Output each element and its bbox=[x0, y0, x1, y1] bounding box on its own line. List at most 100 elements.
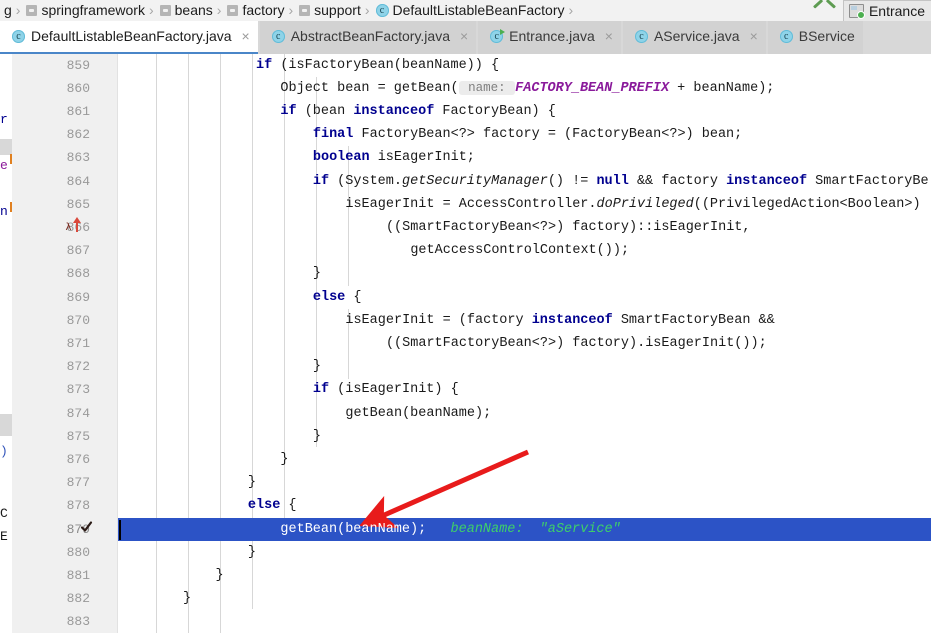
code-line[interactable]: 860 Object bean = getBean( name: FACTORY_… bbox=[12, 77, 931, 100]
code-text[interactable]: } bbox=[215, 564, 223, 587]
close-icon[interactable]: × bbox=[238, 21, 250, 52]
code-text[interactable]: } bbox=[280, 448, 288, 471]
token-plain: } bbox=[247, 544, 257, 560]
token-plain: Object bean = getBean( bbox=[280, 80, 459, 96]
line-number: 864 bbox=[66, 173, 90, 189]
token-kw: if bbox=[312, 173, 330, 189]
code-line[interactable]: 871 ((SmartFactoryBean<?>) factory).isEag… bbox=[12, 332, 931, 355]
code-line[interactable]: 882} bbox=[12, 587, 931, 610]
breadcrumb-item-defaultlistablebeanfactory[interactable]: DefaultListableBeanFactory bbox=[374, 0, 565, 21]
code-text[interactable]: boolean isEagerInit; bbox=[313, 146, 475, 169]
code-line[interactable]: 877} bbox=[12, 471, 931, 494]
navigation-breadcrumb[interactable]: g › springframework › beans › factory › … bbox=[0, 0, 931, 21]
code-text[interactable]: if (System.getSecurityManager() != null … bbox=[313, 170, 929, 193]
line-number: 861 bbox=[66, 103, 90, 119]
class-runnable-icon bbox=[490, 29, 506, 43]
line-number: 863 bbox=[66, 150, 90, 166]
caret-up-icon[interactable] bbox=[813, 0, 835, 21]
code-text[interactable]: if (bean instanceof FactoryBean) { bbox=[280, 100, 555, 123]
code-line[interactable]: 874 getBean(beanName); bbox=[12, 402, 931, 425]
close-icon[interactable]: × bbox=[601, 21, 613, 52]
breadcrumb-item-factory[interactable]: factory bbox=[225, 0, 284, 21]
token-plain: (bean bbox=[296, 103, 354, 119]
breadcrumb-item-beans[interactable]: beans bbox=[158, 0, 213, 21]
code-line[interactable]: 865 isEagerInit = AccessController.doPriv… bbox=[12, 193, 931, 216]
code-text[interactable]: ((SmartFactoryBean<?>) factory).isEagerI… bbox=[386, 332, 767, 355]
code-text[interactable]: else { bbox=[313, 286, 362, 309]
line-number: 876 bbox=[66, 451, 90, 467]
code-text[interactable]: if (isFactoryBean(beanName)) { bbox=[256, 54, 499, 77]
code-line[interactable]: 866 ((SmartFactoryBean<?>) factory)::isEa… bbox=[12, 216, 931, 239]
token-plain: isEagerInit = AccessController. bbox=[345, 196, 597, 212]
code-line[interactable]: 862 final FactoryBean<?> factory = (Facto… bbox=[12, 123, 931, 146]
breadcrumb-item-support[interactable]: support bbox=[297, 0, 361, 21]
arrow-up-icon bbox=[73, 216, 81, 232]
code-line[interactable]: 867 getAccessControlContext()); bbox=[12, 239, 931, 262]
token-inlay: beanName: "aService" bbox=[426, 521, 621, 537]
code-editor[interactable]: 859 if (isFactoryBean(beanName)) {860 Obje… bbox=[12, 54, 931, 633]
code-line[interactable]: 878 else { bbox=[12, 494, 931, 517]
breadcrumb-label: springframework bbox=[41, 2, 145, 18]
token-plain: } bbox=[182, 591, 192, 607]
code-text[interactable]: isEagerInit = (factory instanceof SmartF… bbox=[345, 309, 774, 332]
code-text[interactable]: getBean(beanName); beanName: "aService" bbox=[280, 518, 620, 541]
close-icon[interactable]: × bbox=[746, 21, 758, 52]
breadcrumb-leading-partial: g bbox=[4, 2, 12, 18]
tab-bservice[interactable]: BService bbox=[767, 21, 863, 54]
code-line[interactable]: 876} bbox=[12, 448, 931, 471]
code-line[interactable]: 868} bbox=[12, 262, 931, 285]
code-text[interactable]: Object bean = getBean( name: FACTORY_BEA… bbox=[280, 77, 774, 100]
line-number: 873 bbox=[66, 382, 90, 398]
line-number: 874 bbox=[66, 405, 90, 421]
breadcrumb-item-springframework[interactable]: springframework bbox=[24, 0, 145, 21]
code-line[interactable]: 864 if (System.getSecurityManager() != nu… bbox=[12, 170, 931, 193]
code-line[interactable]: 869 else { bbox=[12, 286, 931, 309]
line-number: 883 bbox=[66, 614, 90, 630]
code-line[interactable]: 880} bbox=[12, 541, 931, 564]
close-icon[interactable]: × bbox=[456, 21, 468, 52]
code-line[interactable]: 859 if (isFactoryBean(beanName)) { bbox=[12, 54, 931, 77]
code-text[interactable]: } bbox=[248, 541, 256, 564]
line-number: 869 bbox=[66, 289, 90, 305]
tab-abstractbeanfactory[interactable]: AbstractBeanFactory.java × bbox=[259, 21, 477, 54]
code-line[interactable]: 879 getBean(beanName); beanName: "aServic… bbox=[12, 517, 931, 541]
tab-entrance[interactable]: Entrance.java × bbox=[478, 21, 621, 54]
code-text[interactable]: } bbox=[248, 471, 256, 494]
line-number: 865 bbox=[66, 196, 90, 212]
token-plain: } bbox=[312, 266, 321, 282]
run-configuration-selector[interactable]: Entrance bbox=[842, 0, 931, 21]
token-plain: FactoryBean) { bbox=[434, 103, 556, 119]
code-text[interactable]: } bbox=[313, 262, 321, 285]
code-line[interactable]: 863 boolean isEagerInit; bbox=[12, 146, 931, 169]
code-line[interactable]: 870 isEagerInit = (factory instanceof Sma… bbox=[12, 309, 931, 332]
code-line[interactable]: 881} bbox=[12, 564, 931, 587]
line-number: 872 bbox=[66, 359, 90, 375]
code-text[interactable]: isEagerInit = AccessController.doPrivile… bbox=[345, 193, 920, 216]
code-text[interactable]: if (isEagerInit) { bbox=[313, 378, 459, 401]
class-icon bbox=[779, 30, 793, 43]
class-icon bbox=[634, 30, 648, 43]
code-line[interactable]: 873 if (isEagerInit) { bbox=[12, 378, 931, 401]
code-text[interactable]: getAccessControlContext()); bbox=[410, 239, 629, 262]
tab-defaultlistablebeanfactory[interactable]: DefaultListableBeanFactory.java × bbox=[0, 21, 258, 54]
editor-tab-bar[interactable]: DefaultListableBeanFactory.java × Abstra… bbox=[0, 21, 931, 54]
code-text[interactable]: ((SmartFactoryBean<?>) factory)::isEager… bbox=[386, 216, 751, 239]
code-line[interactable]: 872} bbox=[12, 355, 931, 378]
line-number: 881 bbox=[66, 567, 90, 583]
token-plain: } bbox=[312, 428, 321, 444]
breadcrumb-label: DefaultListableBeanFactory bbox=[392, 2, 565, 18]
token-plain: } bbox=[247, 475, 257, 491]
code-text[interactable]: final FactoryBean<?> factory = (FactoryB… bbox=[313, 123, 742, 146]
code-text[interactable]: } bbox=[313, 355, 321, 378]
token-plain: } bbox=[215, 567, 224, 583]
token-plain: (System. bbox=[329, 173, 402, 189]
code-text[interactable]: } bbox=[313, 425, 321, 448]
code-line[interactable]: 875} bbox=[12, 425, 931, 448]
line-number: 871 bbox=[66, 335, 90, 351]
code-line[interactable]: 883 bbox=[12, 610, 931, 633]
code-text[interactable]: } bbox=[183, 587, 191, 610]
code-text[interactable]: getBean(beanName); bbox=[345, 402, 491, 425]
code-text[interactable]: else { bbox=[248, 494, 297, 517]
code-line[interactable]: 861 if (bean instanceof FactoryBean) { bbox=[12, 100, 931, 123]
tab-aservice[interactable]: AService.java × bbox=[622, 21, 766, 54]
